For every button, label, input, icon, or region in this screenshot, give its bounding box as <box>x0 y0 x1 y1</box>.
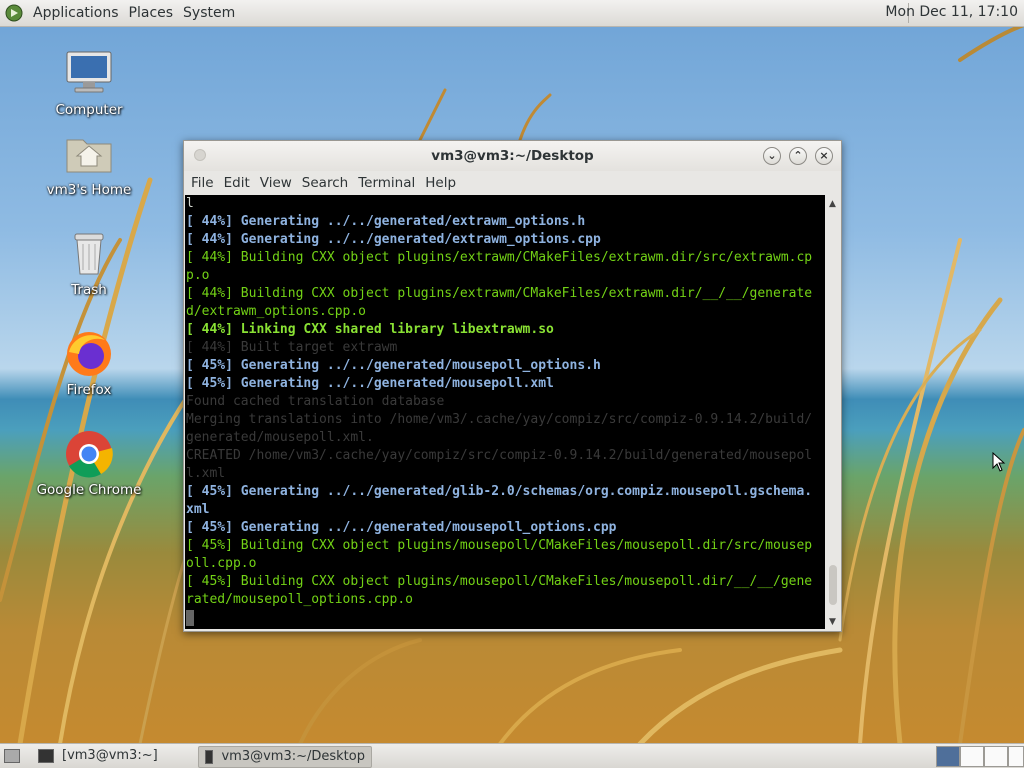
terminal-line: [ 45%] Generating ../../generated/mousep… <box>186 376 554 391</box>
desktop-icon-label: Trash <box>71 282 107 298</box>
show-desktop-icon <box>4 749 20 763</box>
desktop-icon-trash[interactable]: Trash <box>34 228 144 298</box>
scroll-up-icon[interactable]: ▲ <box>829 199 836 209</box>
workspace-2[interactable] <box>960 746 984 767</box>
terminal-line: [ 44%] Generating ../../generated/extraw… <box>186 232 601 247</box>
clock[interactable]: Mon Dec 11, 17:10 <box>885 4 1018 20</box>
menu-edit[interactable]: Edit <box>219 175 255 191</box>
terminal-line: l <box>186 196 194 211</box>
window-titlebar[interactable]: vm3@vm3:~/Desktop ⌄ ⌃ × <box>184 141 841 171</box>
taskbar-item-active[interactable]: vm3@vm3:~/Desktop <box>198 746 372 768</box>
chrome-icon <box>63 428 115 480</box>
terminal-line: [ 44%] Building CXX object plugins/extra… <box>186 250 813 265</box>
window-menubar: File Edit View Search Terminal Help <box>184 171 841 195</box>
scrollbar-thumb[interactable] <box>829 565 837 605</box>
taskbar-item[interactable]: [vm3@vm3:~] <box>32 746 164 766</box>
places-menu[interactable]: Places <box>124 5 179 21</box>
window-menu-icon[interactable] <box>194 149 206 161</box>
menu-file[interactable]: File <box>186 175 219 191</box>
terminal-line: [ 44%] Building CXX object plugins/extra… <box>186 286 813 301</box>
terminal-line: l.xml <box>186 466 226 481</box>
show-desktop-button[interactable] <box>2 746 20 766</box>
terminal-prompt-line <box>185 609 825 627</box>
terminal-line: [ 45%] Building CXX object plugins/mouse… <box>186 538 813 553</box>
terminal-line: [ 45%] Generating ../../generated/mousep… <box>186 358 601 373</box>
desktop-icon-chrome[interactable]: Google Chrome <box>34 428 144 498</box>
terminal-window: vm3@vm3:~/Desktop ⌄ ⌃ × File Edit View S… <box>183 140 842 632</box>
maximize-button[interactable]: ⌃ <box>789 147 807 165</box>
terminal-cursor <box>186 609 194 626</box>
desktop-icon-label: Google Chrome <box>36 482 142 498</box>
firefox-icon <box>63 328 115 380</box>
taskbar-item-label: vm3@vm3:~/Desktop <box>221 749 365 764</box>
desktop-icon-firefox[interactable]: Firefox <box>34 328 144 398</box>
terminal-line: generated/mousepoll.xml. <box>186 430 374 445</box>
terminal-line: [ 45%] Building CXX object plugins/mouse… <box>186 574 813 589</box>
desktop-icon-label: Computer <box>55 102 123 118</box>
desktop-icon-computer[interactable]: Computer <box>34 48 144 118</box>
system-menu[interactable]: System <box>178 5 240 21</box>
terminal-line: d/extrawm_options.cpp.o <box>186 304 367 319</box>
terminal-line: CREATED /home/vm3/.cache/yay/compiz/src/… <box>186 448 813 463</box>
workspace-1[interactable] <box>936 746 960 767</box>
terminal-line: oll.cpp.o <box>186 556 257 571</box>
scroll-down-icon[interactable]: ▼ <box>829 617 836 627</box>
terminal-output[interactable]: l [ 44%] Generating ../../generated/extr… <box>185 195 825 629</box>
distro-logo-icon[interactable] <box>5 4 23 22</box>
desktop-icon-label: vm3's Home <box>46 182 132 198</box>
terminal-line: xml <box>186 502 210 517</box>
workspace-3[interactable] <box>984 746 1008 767</box>
terminal-line: rated/mousepoll_options.cpp.o <box>186 592 413 607</box>
top-panel: Applications Places System Mon Dec 11, 1… <box>0 0 1024 27</box>
menu-search[interactable]: Search <box>297 175 353 191</box>
terminal-line: Found cached translation database <box>186 394 445 409</box>
terminal-icon <box>205 750 214 764</box>
desktop-icon-home[interactable]: vm3's Home <box>34 128 144 198</box>
taskbar-item-label: [vm3@vm3:~] <box>62 748 158 763</box>
bottom-panel: [vm3@vm3:~] vm3@vm3:~/Desktop <box>0 743 1024 768</box>
menu-terminal[interactable]: Terminal <box>353 175 420 191</box>
terminal-line: [ 45%] Generating ../../generated/glib-2… <box>186 484 813 499</box>
workspace-4[interactable] <box>1008 746 1024 767</box>
home-folder-icon <box>63 128 115 180</box>
terminal-line: [ 44%] Built target extrawm <box>186 340 398 355</box>
close-button[interactable]: × <box>815 147 833 165</box>
applications-menu[interactable]: Applications <box>28 5 124 21</box>
menu-view[interactable]: View <box>255 175 297 191</box>
desktop-icon-label: Firefox <box>66 382 112 398</box>
terminal-line: [ 45%] Generating ../../generated/mousep… <box>186 520 617 535</box>
terminal-line: [ 44%] Generating ../../generated/extraw… <box>186 214 586 229</box>
terminal-icon <box>38 749 54 763</box>
terminal-line: [ 44%] Linking CXX shared library libext… <box>186 322 554 337</box>
terminal-scrollbar[interactable]: ▲ ▼ <box>826 195 840 629</box>
mouse-pointer-icon <box>992 452 1006 472</box>
menu-help[interactable]: Help <box>420 175 461 191</box>
terminal-line: Merging translations into /home/vm3/.cac… <box>186 412 813 427</box>
window-title: vm3@vm3:~/Desktop <box>431 148 594 164</box>
trash-icon <box>63 228 115 280</box>
minimize-button[interactable]: ⌄ <box>763 147 781 165</box>
computer-icon <box>63 48 115 100</box>
terminal-line: p.o <box>186 268 210 283</box>
